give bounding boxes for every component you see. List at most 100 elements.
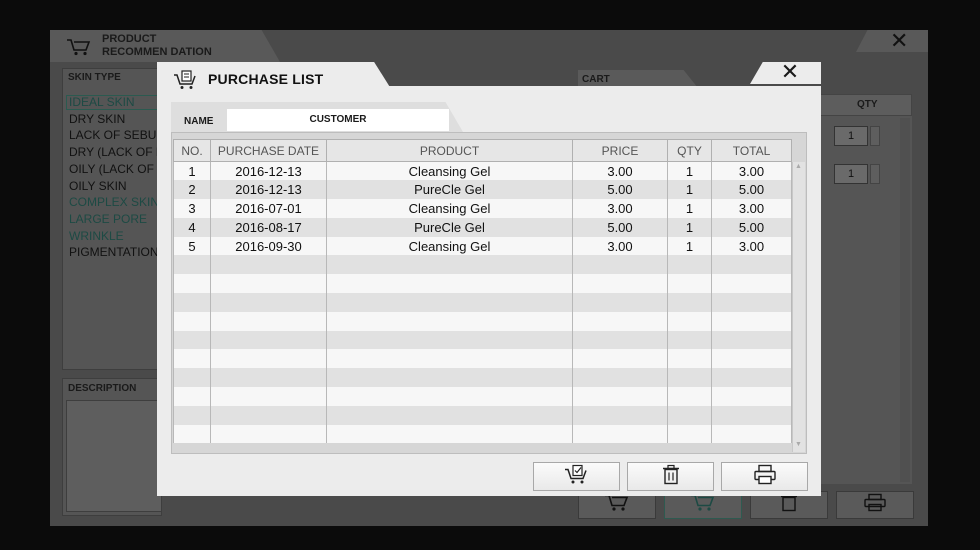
cell-date <box>210 311 327 331</box>
bg-qty-input[interactable]: 1 <box>834 126 868 146</box>
cell-product <box>326 330 573 350</box>
print-button[interactable] <box>721 462 808 491</box>
cell-qty <box>667 424 712 444</box>
cell-price <box>572 311 668 331</box>
cell-date <box>210 368 327 388</box>
cell-product: PureCle Gel <box>326 217 573 237</box>
bg-skin-type-item[interactable]: OILY SKIN <box>69 179 159 193</box>
cell-qty <box>667 368 712 388</box>
cell-no <box>173 424 211 444</box>
cell-total <box>711 424 792 444</box>
bg-skin-type-item[interactable]: DRY SKIN <box>69 112 159 126</box>
customer-name-field[interactable]: CUSTOMER <box>227 109 449 131</box>
table-row[interactable] <box>173 405 792 425</box>
table-header-row: NO. PURCHASE DATE PRODUCT PRICE QTY TOTA… <box>173 139 792 162</box>
cell-product <box>326 424 573 444</box>
table-row[interactable]: 3 2016-07-01 Cleansing Gel 3.00 1 3.00 <box>173 199 792 218</box>
table-row[interactable] <box>173 311 792 331</box>
table-row[interactable] <box>173 255 792 275</box>
cell-qty <box>667 330 712 350</box>
cell-qty <box>667 405 712 425</box>
bg-close-icon[interactable]: ✕ <box>890 28 908 54</box>
bg-cart-scrollbar[interactable] <box>900 118 910 482</box>
cell-no <box>173 274 211 294</box>
cell-price: 3.00 <box>572 161 668 181</box>
close-icon[interactable]: ✕ <box>775 61 805 83</box>
bg-skin-type-item[interactable]: COMPLEX SKIN <box>69 195 159 209</box>
cell-price: 3.00 <box>572 236 668 256</box>
cell-price <box>572 424 668 444</box>
cell-product <box>326 405 573 425</box>
cell-total <box>711 255 792 275</box>
cell-total <box>711 368 792 388</box>
cell-price <box>572 387 668 406</box>
cell-no <box>173 349 211 369</box>
cell-date <box>210 293 327 312</box>
bg-qty-stepper[interactable] <box>870 126 880 146</box>
cell-total <box>711 349 792 369</box>
cell-qty: 1 <box>667 199 712 218</box>
cart-checkout-button[interactable] <box>533 462 620 491</box>
cell-date <box>210 274 327 294</box>
table-row[interactable]: 2 2016-12-13 PureCle Gel 5.00 1 5.00 <box>173 180 792 200</box>
cell-price <box>572 368 668 388</box>
cell-product: Cleansing Gel <box>326 161 573 181</box>
trash-icon <box>780 494 798 517</box>
column-header-no[interactable]: NO. <box>173 139 211 162</box>
table-row[interactable] <box>173 424 792 444</box>
scroll-up-icon[interactable]: ▲ <box>795 163 802 170</box>
table-row[interactable]: 5 2016-09-30 Cleansing Gel 3.00 1 3.00 <box>173 236 792 256</box>
cart-icon <box>604 494 630 517</box>
bg-qty-input[interactable]: 1 <box>834 164 868 184</box>
cell-total: 3.00 <box>711 236 792 256</box>
cell-qty <box>667 255 712 275</box>
table-row[interactable]: 4 2016-08-17 PureCle Gel 5.00 1 5.00 <box>173 217 792 237</box>
bg-skin-type-item[interactable]: DRY (LACK OF M <box>69 145 159 159</box>
purchase-table: NO. PURCHASE DATE PRODUCT PRICE QTY TOTA… <box>173 139 792 444</box>
cell-total <box>711 274 792 294</box>
table-row[interactable] <box>173 293 792 312</box>
table-row[interactable] <box>173 274 792 294</box>
column-header-price[interactable]: PRICE <box>572 139 668 162</box>
bg-app-title: PRODUCT RECOMMEN DATION <box>102 33 212 58</box>
delete-button[interactable] <box>627 462 714 491</box>
column-header-qty[interactable]: QTY <box>667 139 712 162</box>
table-row[interactable]: 1 2016-12-13 Cleansing Gel 3.00 1 3.00 <box>173 161 792 181</box>
cell-product <box>326 368 573 388</box>
cell-product: Cleansing Gel <box>326 236 573 256</box>
cell-qty <box>667 349 712 369</box>
cell-product: PureCle Gel <box>326 180 573 200</box>
bg-description-box <box>66 400 162 512</box>
cell-total: 5.00 <box>711 180 792 200</box>
bg-skin-type-item[interactable]: PIGMENTATION <box>69 245 159 259</box>
cell-no <box>173 255 211 275</box>
bg-skin-type-item[interactable]: OILY (LACK OF M <box>69 162 159 176</box>
scroll-down-icon[interactable]: ▼ <box>795 441 802 448</box>
bg-skin-type-item[interactable]: LARGE PORE <box>69 212 159 226</box>
cart-list-icon <box>173 70 199 95</box>
bg-qty-stepper[interactable] <box>870 164 880 184</box>
cell-qty <box>667 311 712 331</box>
bg-skin-type-item[interactable]: IDEAL SKIN <box>69 95 159 109</box>
cell-product <box>326 387 573 406</box>
column-header-total[interactable]: TOTAL <box>711 139 792 162</box>
cell-date <box>210 405 327 425</box>
cell-total: 3.00 <box>711 161 792 181</box>
cell-product <box>326 293 573 312</box>
cell-product <box>326 274 573 294</box>
bg-print-button[interactable] <box>836 491 914 519</box>
cell-product <box>326 255 573 275</box>
cell-qty: 1 <box>667 236 712 256</box>
bg-skin-type-item[interactable]: LACK OF SEBUM <box>69 128 159 142</box>
cell-product: Cleansing Gel <box>326 199 573 218</box>
column-header-product[interactable]: PRODUCT <box>326 139 573 162</box>
cell-total: 3.00 <box>711 199 792 218</box>
table-scrollbar[interactable] <box>792 162 805 452</box>
cell-no <box>173 405 211 425</box>
bg-skin-type-item[interactable]: WRINKLE <box>69 229 159 243</box>
table-row[interactable] <box>173 349 792 369</box>
table-row[interactable] <box>173 387 792 406</box>
table-row[interactable] <box>173 368 792 388</box>
column-header-purchase-date[interactable]: PURCHASE DATE <box>210 139 327 162</box>
table-row[interactable] <box>173 330 792 350</box>
